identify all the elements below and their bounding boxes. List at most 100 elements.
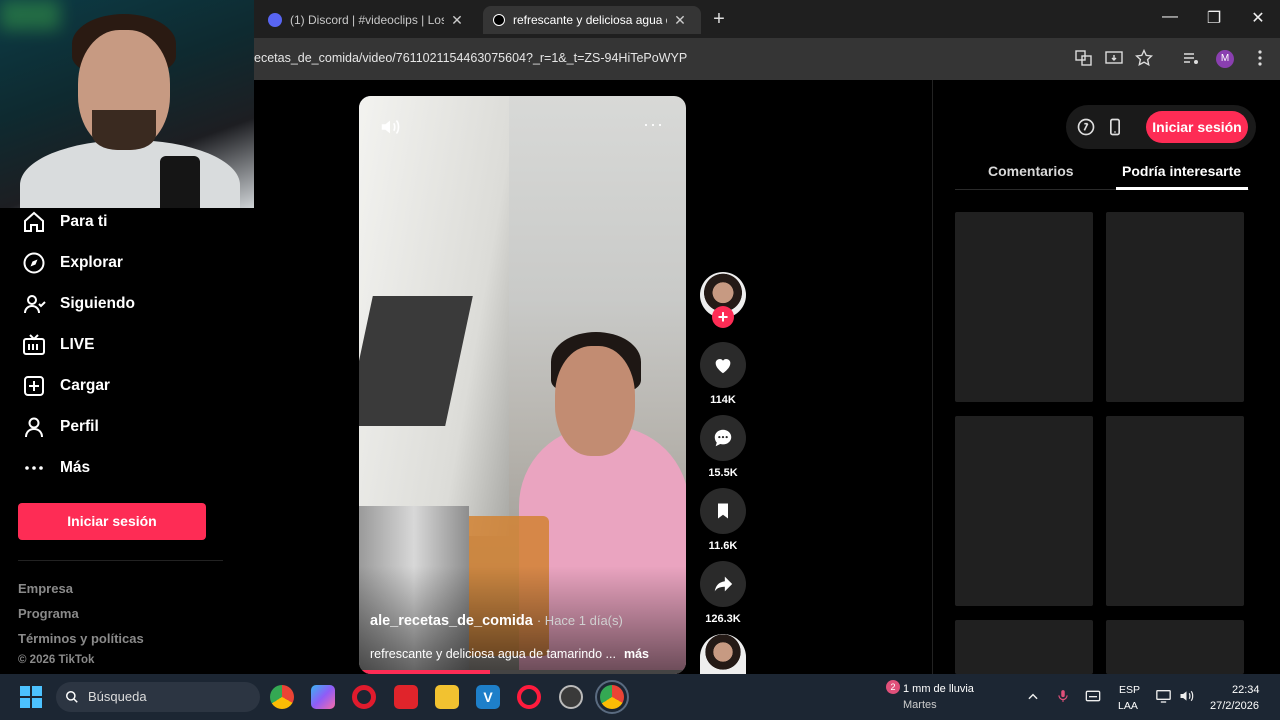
follow-button[interactable]: + xyxy=(712,306,734,328)
chevron-up-icon[interactable] xyxy=(1026,690,1040,704)
copyright-text: © 2026 TikTok xyxy=(18,654,95,666)
comment-button[interactable] xyxy=(700,415,746,461)
discord-favicon-icon xyxy=(268,13,282,27)
following-icon xyxy=(24,295,46,314)
sidebar-item-label: Más xyxy=(60,459,91,476)
sidebar-item-para-ti[interactable]: Para ti xyxy=(22,207,107,237)
suggested-video-thumbnail[interactable] xyxy=(1106,212,1244,402)
video-caption: refrescante y deliciosa agua de tamarind… xyxy=(370,647,649,661)
sidebar-item-label: Siguiendo xyxy=(60,295,135,312)
share-icon xyxy=(714,576,733,592)
restore-button[interactable]: ❐ xyxy=(1199,8,1229,28)
volume-icon[interactable] xyxy=(379,116,401,138)
file-explorer-icon[interactable] xyxy=(435,685,459,709)
sidebar-item-label: Perfil xyxy=(60,418,99,435)
suggested-video-thumbnail[interactable] xyxy=(1106,620,1244,674)
heart-icon xyxy=(715,359,731,374)
mobile-app-icon[interactable] xyxy=(1105,117,1125,137)
live-icon xyxy=(23,334,45,355)
right-panel-divider xyxy=(932,80,933,676)
sidebar-item-cargar[interactable]: Cargar xyxy=(22,371,110,401)
sidebar-item-live[interactable]: LIVE xyxy=(22,330,94,360)
suggested-video-thumbnail[interactable] xyxy=(955,416,1093,606)
share-button[interactable] xyxy=(700,561,746,607)
login-button-header[interactable]: Iniciar sesión xyxy=(1146,111,1248,143)
windows-start-icon[interactable] xyxy=(20,686,42,708)
taskbar-search[interactable] xyxy=(56,682,260,712)
browser-menu-icon[interactable] xyxy=(1250,49,1270,69)
suggested-video-thumbnail[interactable] xyxy=(955,212,1093,402)
save-button[interactable] xyxy=(700,488,746,534)
clock-date[interactable]: 27/2/2026 xyxy=(1210,700,1259,712)
login-button-sidebar[interactable]: Iniciar sesión xyxy=(18,503,206,540)
translate-icon[interactable] xyxy=(1074,49,1094,69)
comment-icon xyxy=(714,429,732,447)
new-tab-button[interactable]: + xyxy=(708,8,730,31)
volume-tray-icon[interactable] xyxy=(1178,688,1195,704)
compass-icon xyxy=(23,252,45,274)
sidebar-item-explorar[interactable]: Explorar xyxy=(22,248,123,278)
opera-gx-app-icon[interactable] xyxy=(517,685,541,709)
footer-link-empresa[interactable]: Empresa xyxy=(18,581,73,596)
vegas-app-icon[interactable]: V xyxy=(476,685,500,709)
video-more-options-icon[interactable]: ··· xyxy=(643,114,664,135)
profile-avatar[interactable]: M xyxy=(1216,50,1234,68)
minimize-button[interactable]: — xyxy=(1155,8,1185,26)
clock-time[interactable]: 22:34 xyxy=(1232,684,1260,696)
save-count: 11.6K xyxy=(708,540,738,552)
keyboard-icon[interactable] xyxy=(1085,688,1101,704)
sidebar-item-label: Para ti xyxy=(60,213,108,230)
opera-app-icon[interactable] xyxy=(352,685,376,709)
copilot-app-icon[interactable] xyxy=(311,685,335,709)
close-window-button[interactable]: ✕ xyxy=(1243,8,1273,28)
chrome-active-app-icon[interactable] xyxy=(595,680,629,714)
upload-icon xyxy=(24,376,44,396)
webcam-overlay xyxy=(0,0,254,208)
share-count: 126.3K xyxy=(705,613,741,625)
footer-link-programa[interactable]: Programa xyxy=(18,606,79,621)
youtube-app-icon[interactable] xyxy=(394,685,418,709)
bookmark-star-icon[interactable] xyxy=(1134,48,1154,69)
chrome-app-icon[interactable] xyxy=(270,685,294,709)
bookmark-icon xyxy=(718,503,728,519)
media-control-icon[interactable] xyxy=(1181,49,1201,69)
footer-link-terminos[interactable]: Términos y políticas xyxy=(18,631,144,646)
music-disc-avatar[interactable] xyxy=(700,634,746,674)
author-name[interactable]: ale_recetas_de_comida xyxy=(370,613,533,629)
caption-text: refrescante y deliciosa agua de tamarind… xyxy=(370,647,616,661)
comment-count: 15.5K xyxy=(708,467,738,479)
tab-discord[interactable]: (1) Discord | #videoclips | Los p ✕ xyxy=(258,6,478,34)
posted-time: · Hace 1 día(s) xyxy=(536,613,623,628)
language-indicator[interactable]: ESP xyxy=(1119,684,1140,696)
tab-podria-interesarte[interactable]: Podría interesarte xyxy=(1122,163,1241,179)
microphone-icon[interactable] xyxy=(1056,688,1070,704)
keyboard-layout-indicator: LAA xyxy=(1118,700,1138,712)
tab-close-icon[interactable]: ✕ xyxy=(448,12,466,29)
sidebar-item-mas[interactable]: Más xyxy=(22,453,90,483)
url-field[interactable]: ecetas_de_comida/video/76110211544630756… xyxy=(254,51,687,65)
like-button[interactable] xyxy=(700,342,746,388)
tab-comentarios[interactable]: Comentarios xyxy=(988,163,1074,179)
video-player[interactable]: ··· ale_recetas_de_comida · Hace 1 día(s… xyxy=(359,96,686,674)
sidebar-item-label: Explorar xyxy=(60,254,123,271)
tab-title: refrescante y deliciosa agua de xyxy=(513,13,667,27)
network-icon[interactable] xyxy=(1155,688,1172,704)
coin-icon[interactable] xyxy=(1076,117,1096,137)
tab-title: (1) Discord | #videoclips | Los p xyxy=(290,13,444,27)
more-icon xyxy=(25,466,43,470)
sidebar-divider xyxy=(18,560,223,561)
caption-more-link[interactable]: más xyxy=(624,647,649,661)
tab-close-icon[interactable]: ✕ xyxy=(671,12,689,29)
weather-text[interactable]: 1 mm de lluvia xyxy=(903,683,974,695)
video-author[interactable]: ale_recetas_de_comida · Hace 1 día(s) xyxy=(370,613,623,629)
sidebar-item-siguiendo[interactable]: Siguiendo xyxy=(22,289,135,319)
tiktok-favicon-icon xyxy=(493,14,505,26)
install-app-icon[interactable] xyxy=(1104,49,1124,69)
obs-app-icon[interactable] xyxy=(559,685,583,709)
tab-tiktok[interactable]: refrescante y deliciosa agua de ✕ xyxy=(483,6,701,34)
suggested-video-thumbnail[interactable] xyxy=(955,620,1093,674)
suggested-video-thumbnail[interactable] xyxy=(1106,416,1244,606)
sidebar-item-label: Cargar xyxy=(60,377,110,394)
sidebar-item-perfil[interactable]: Perfil xyxy=(22,412,99,442)
weather-badge: 2 xyxy=(886,680,900,694)
